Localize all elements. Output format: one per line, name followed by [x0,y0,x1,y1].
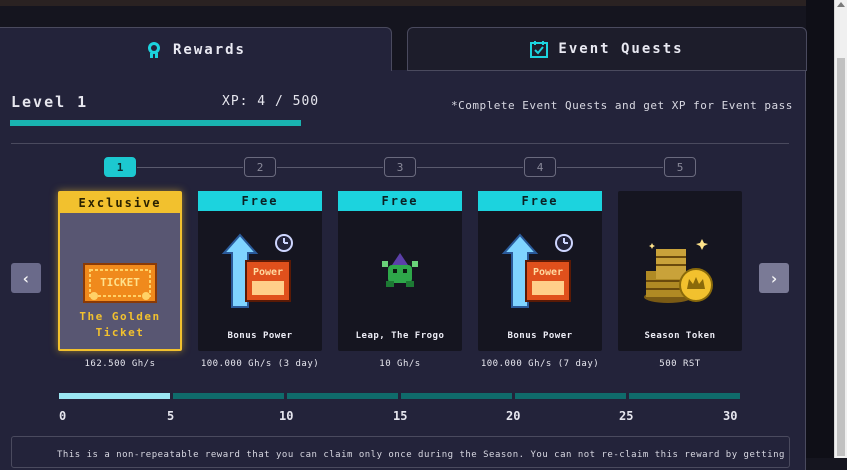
step-connector [277,167,383,168]
reward-card-leap-the-frogo[interactable]: Free Leap, The Frogo [338,191,462,351]
xp-note: *Complete Event Quests and get XP for Ev… [451,99,793,112]
progress-tick: 20 [506,409,521,423]
reward-card-bonus-power-3-day[interactable]: Free Power Bonus Power [198,191,322,351]
step-1[interactable]: 1 [104,157,136,177]
progress-segment [515,393,626,399]
divider [11,143,789,144]
svg-text:TICKET: TICKET [100,276,140,289]
step-connector [557,167,663,168]
bonus-power-icon: Power [478,231,602,311]
progress-segment [629,393,740,399]
reward-card-bonus-power-7-day[interactable]: Free Power Bonus Power [478,191,602,351]
reward-name: Bonus Power [227,331,293,341]
tab-rewards-label: Rewards [172,41,246,58]
progress-segment [173,393,284,399]
step-3[interactable]: 3 [384,157,416,177]
reward-value: 500 RST [659,359,701,369]
xp-progress-fill [10,120,301,126]
progress-segment [287,393,398,399]
reward-value: 10 Gh/s [379,359,421,369]
xp-progress-bar [10,120,301,126]
tab-event-quests[interactable]: Event Quests [407,27,807,71]
previous-arrow-button[interactable]: ‹ [11,263,41,293]
reward-value: 100.000 Gh/s (3 day) [200,359,320,369]
step-5[interactable]: 5 [664,157,696,177]
progress-tick: 15 [393,409,408,423]
progress-segment [401,393,512,399]
top-bar [0,0,806,6]
chevron-left-icon: ‹ [21,268,31,288]
medal-icon [147,41,160,58]
page-edge [806,0,835,458]
xp-counter: XP: 4 / 500 [222,94,320,109]
step-2[interactable]: 2 [244,157,276,177]
reward-card-season-token[interactable]: Season Token [618,191,742,351]
next-arrow-button[interactable]: › [759,263,789,293]
scroll-up-arrow-icon[interactable] [837,2,845,7]
chevron-right-icon: › [769,268,779,288]
progress-tick: 25 [619,409,634,423]
reward-description: This is a non-repeatable reward that you… [57,450,790,460]
svg-text:Power: Power [533,267,563,278]
calendar-check-icon [530,41,549,58]
scroll-thumb[interactable] [837,58,845,456]
progress-tick: 30 [723,409,738,423]
tab-event-quests-label: Event Quests [558,41,684,57]
reward-name: Bonus Power [507,331,573,341]
reward-card-golden-ticket[interactable]: Exclusive TICKET The Golden Ticket [58,191,182,351]
reward-name: Season Token [644,331,716,341]
season-token-icon [618,231,742,311]
reward-description-box: This is a non-repeatable reward that you… [11,436,790,468]
frog-icon [338,231,462,311]
step-connector [137,167,243,168]
tab-rewards[interactable]: Rewards [0,27,392,71]
svg-text:Power: Power [253,267,283,278]
free-badge: Free [198,191,322,211]
progress-tick: 0 [59,409,67,423]
step-4[interactable]: 4 [524,157,556,177]
exclusive-badge: Exclusive [60,193,180,213]
progress-segment [59,393,170,399]
step-connector [417,167,523,168]
reward-name: Leap, The Frogo [355,331,445,341]
progress-tick: 5 [167,409,175,423]
level-label: Level 1 [11,93,89,111]
reward-name: The Golden Ticket [79,310,161,339]
bonus-power-icon: Power [198,231,322,311]
progress-tick: 10 [279,409,294,423]
reward-value: 100.000 Gh/s (7 day) [480,359,600,369]
free-badge: Free [338,191,462,211]
free-badge: Free [478,191,602,211]
scrollbar[interactable] [834,0,847,458]
reward-value: 162.500 Gh/s [84,359,156,369]
